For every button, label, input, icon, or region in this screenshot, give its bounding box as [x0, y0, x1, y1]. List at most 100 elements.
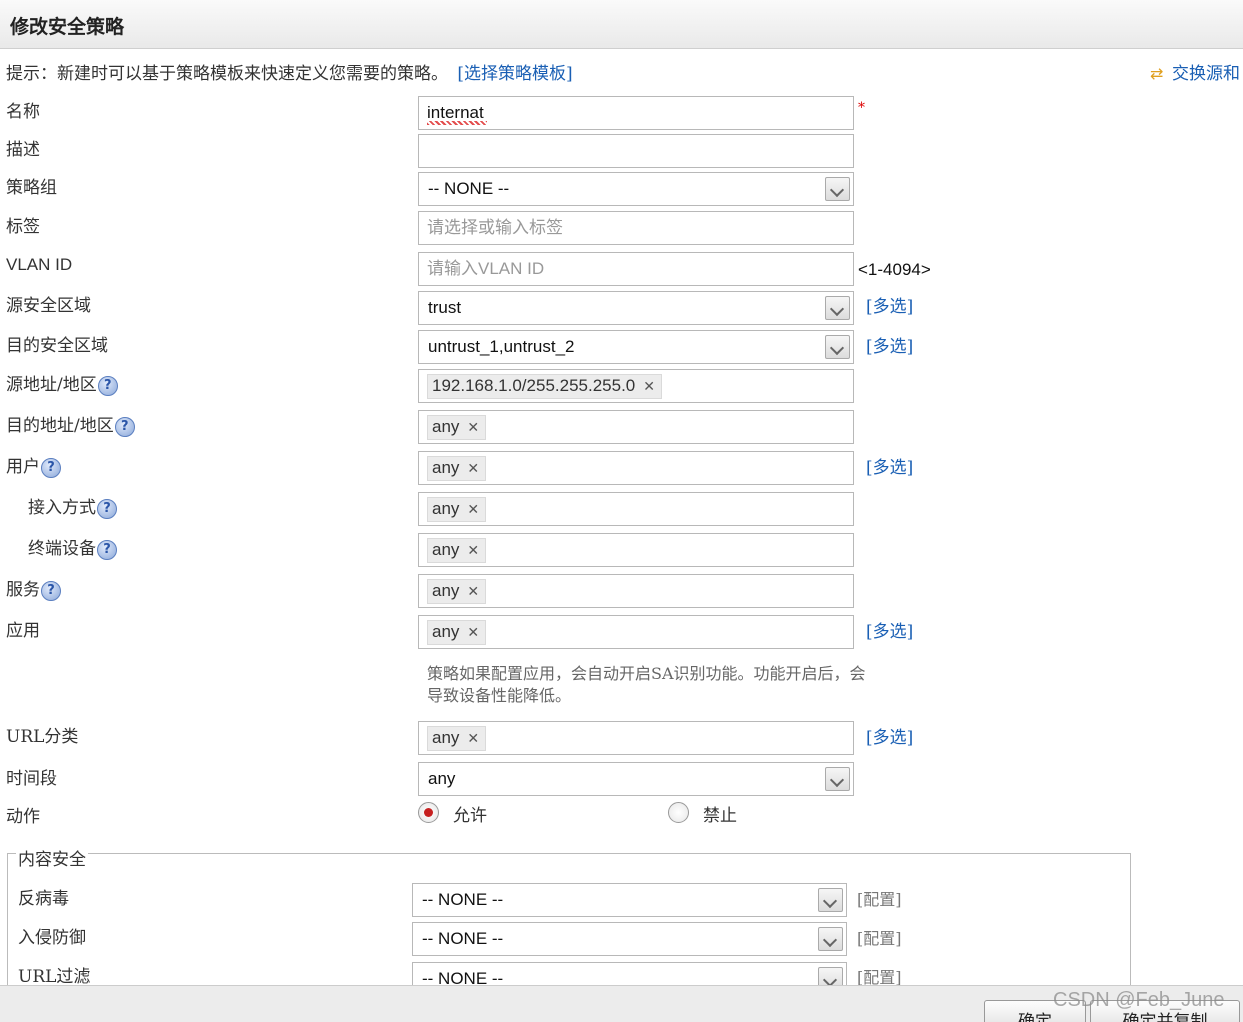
tag-text: any: [432, 499, 460, 518]
help-icon[interactable]: ?: [114, 416, 135, 437]
action-deny-radio[interactable]: [668, 802, 689, 823]
source-address-label: 源地址/地区?: [6, 370, 118, 396]
application-multiselect-link[interactable]: [多选]: [866, 617, 913, 642]
tag-text: any: [432, 540, 460, 559]
swap-label: 交换源和: [1172, 64, 1240, 84]
dest-zone-multiselect-link[interactable]: [多选]: [866, 332, 913, 357]
application-field[interactable]: any ✕: [418, 615, 854, 649]
service-tag: any ✕: [427, 579, 487, 604]
vlan-id-field[interactable]: [418, 252, 854, 286]
remove-tag-icon[interactable]: ✕: [467, 420, 479, 436]
antivirus-select[interactable]: -- NONE --: [412, 883, 847, 917]
policy-group-value: -- NONE --: [428, 179, 510, 198]
name-label: 名称: [6, 102, 40, 122]
application-tag: any ✕: [427, 620, 487, 645]
action-allow-label[interactable]: 允许: [453, 801, 487, 826]
spellcheck-underline: [427, 121, 487, 125]
remove-tag-icon[interactable]: ✕: [467, 502, 479, 518]
tag-field[interactable]: [418, 211, 854, 245]
chevron-down-icon[interactable]: [818, 927, 843, 951]
tag-text: any: [432, 728, 460, 747]
vlan-id-label: VLAN ID: [6, 255, 73, 274]
user-tag: any ✕: [427, 456, 487, 481]
terminal-device-field[interactable]: any ✕: [418, 533, 854, 567]
select-template-link[interactable]: [选择策略模板]: [457, 64, 572, 84]
antivirus-label: 反病毒: [18, 889, 69, 909]
url-category-field[interactable]: any ✕: [418, 721, 854, 755]
tag-text: any: [432, 458, 460, 477]
url-category-multiselect-link[interactable]: [多选]: [866, 723, 913, 748]
url-filter-label: URL过滤: [18, 967, 91, 987]
ips-label: 入侵防御: [18, 928, 86, 948]
dialog-titlebar: 修改安全策略: [0, 0, 1243, 49]
ips-config-link[interactable]: [配置]: [857, 925, 902, 949]
description-field[interactable]: [418, 134, 854, 168]
source-zone-multiselect-link[interactable]: [多选]: [866, 292, 913, 317]
url-category-label: URL分类: [6, 727, 79, 747]
dest-zone-label: 目的安全区域: [6, 336, 108, 356]
access-mode-tag: any ✕: [427, 497, 487, 522]
antivirus-config-link[interactable]: [配置]: [857, 886, 902, 910]
url-category-tag: any ✕: [427, 726, 487, 751]
tag-text: any: [432, 622, 460, 641]
help-icon[interactable]: ?: [97, 539, 117, 560]
dest-address-field[interactable]: any ✕: [418, 410, 854, 444]
policy-group-label: 策略组: [6, 178, 57, 198]
action-allow-radio[interactable]: [418, 802, 439, 823]
action-deny-label[interactable]: 禁止: [703, 801, 737, 826]
remove-tag-icon[interactable]: ✕: [467, 461, 479, 477]
remove-tag-icon[interactable]: ✕: [467, 584, 479, 600]
remove-tag-icon[interactable]: ✕: [643, 379, 655, 395]
remove-tag-icon[interactable]: ✕: [467, 731, 479, 747]
vlan-id-range: <1-4094>: [858, 260, 931, 279]
time-range-label: 时间段: [6, 769, 57, 789]
time-range-value: any: [428, 769, 456, 788]
description-input[interactable]: [419, 135, 853, 167]
help-icon[interactable]: ?: [41, 457, 61, 478]
user-label-text: 用户: [6, 457, 40, 477]
application-label: 应用: [6, 621, 40, 641]
ips-select[interactable]: -- NONE --: [412, 922, 847, 956]
help-icon[interactable]: ?: [97, 375, 118, 396]
tag-input[interactable]: [419, 212, 853, 244]
policy-group-select[interactable]: -- NONE --: [418, 172, 854, 206]
help-icon[interactable]: ?: [97, 498, 117, 519]
source-address-label-text: 源地址/地区: [6, 375, 97, 395]
service-label-text: 服务: [6, 580, 40, 600]
chevron-down-icon[interactable]: [825, 767, 850, 791]
chevron-down-icon[interactable]: [818, 888, 843, 912]
swap-icon: ⇄: [1150, 64, 1164, 83]
source-address-field[interactable]: 192.168.1.0/255.255.255.0 ✕: [418, 369, 854, 403]
vlan-id-input[interactable]: [419, 253, 853, 285]
service-field[interactable]: any ✕: [418, 574, 854, 608]
remove-tag-icon[interactable]: ✕: [467, 543, 479, 559]
time-range-select[interactable]: any: [418, 762, 854, 796]
swap-link[interactable]: ⇄ 交换源和: [1150, 59, 1240, 84]
dest-zone-value: untrust_1,untrust_2: [428, 337, 575, 356]
chevron-down-icon[interactable]: [825, 335, 850, 359]
source-zone-select[interactable]: trust: [418, 291, 854, 325]
terminal-device-label-text: 终端设备: [28, 539, 96, 559]
remove-tag-icon[interactable]: ✕: [467, 625, 479, 641]
access-mode-label-text: 接入方式: [28, 498, 96, 518]
application-note: 策略如果配置应用，会自动开启SA识别功能。功能开启后，会导致设备性能降低。: [427, 664, 866, 705]
chevron-down-icon[interactable]: [825, 296, 850, 320]
access-mode-field[interactable]: any ✕: [418, 492, 854, 526]
user-multiselect-link[interactable]: [多选]: [866, 453, 913, 478]
hint-text: 提示：新建时可以基于策略模板来快速定义您需要的策略。: [6, 64, 448, 84]
access-mode-label: 接入方式?: [28, 493, 117, 519]
tag-text: any: [432, 581, 460, 600]
terminal-device-label: 终端设备?: [28, 534, 117, 560]
source-address-tag: 192.168.1.0/255.255.255.0 ✕: [427, 374, 662, 399]
user-field[interactable]: any ✕: [418, 451, 854, 485]
service-label: 服务?: [6, 575, 61, 601]
dest-zone-select[interactable]: untrust_1,untrust_2: [418, 330, 854, 364]
chevron-down-icon[interactable]: [825, 177, 850, 201]
tag-label: 标签: [6, 217, 40, 237]
tag-text: 192.168.1.0/255.255.255.0: [432, 376, 636, 395]
ips-value: -- NONE --: [422, 929, 504, 948]
help-icon[interactable]: ?: [41, 580, 61, 601]
source-zone-label: 源安全区域: [6, 296, 91, 316]
name-field[interactable]: [418, 96, 854, 130]
antivirus-value: -- NONE --: [422, 890, 504, 909]
